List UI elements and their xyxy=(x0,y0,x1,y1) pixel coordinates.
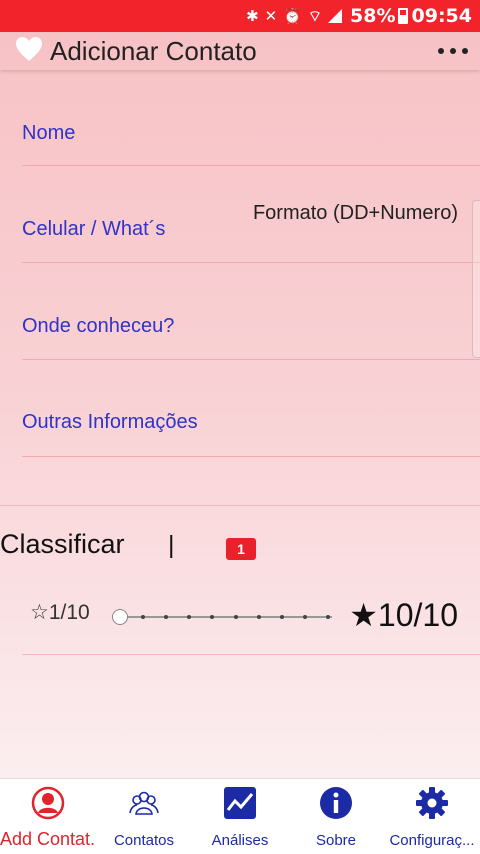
mute-icon: ✕ xyxy=(264,7,278,25)
bluetooth-icon: ✱ xyxy=(246,7,259,25)
heart-icon xyxy=(16,37,42,61)
status-bar: ✱ ✕ ⏰ ⌔ 58% 09:54 xyxy=(0,0,480,32)
nav-analytics-label: Análises xyxy=(211,832,269,849)
nav-contacts[interactable]: Contatos xyxy=(96,779,192,854)
alarm-icon: ⏰ xyxy=(283,7,302,25)
rating-max-label: ★10/10 xyxy=(349,597,458,633)
name-field[interactable]: Nome xyxy=(22,69,480,166)
where-met-field-label: Onde conheceu? xyxy=(22,315,175,337)
slider-tick xyxy=(164,615,169,619)
slider-tick xyxy=(233,615,238,619)
scroll-indicator xyxy=(472,200,480,358)
where-met-field[interactable]: Onde conheceu? xyxy=(22,263,480,360)
other-info-field[interactable]: Outras Informações xyxy=(22,360,480,457)
other-info-field-label: Outras Informações xyxy=(22,411,198,433)
rating-slider[interactable] xyxy=(112,608,334,626)
nav-settings-label: Configuraç... xyxy=(389,832,475,849)
slider-tick xyxy=(326,615,330,619)
slider-tick xyxy=(256,615,261,619)
more-options-icon[interactable] xyxy=(436,42,470,60)
page: Adicionar Contato Nome Celular / What´s … xyxy=(0,32,480,778)
nav-contacts-label: Contatos xyxy=(113,832,175,849)
app-bar: Adicionar Contato xyxy=(0,32,480,70)
battery-percent: 58% xyxy=(350,5,396,27)
status-icons: ✱ ✕ ⏰ ⌔ xyxy=(246,6,343,26)
rating-value-badge: 1 xyxy=(226,538,256,560)
classify-separator: | xyxy=(168,531,175,559)
bottom-nav: Add Contat.. Contatos Análises Sobre Con… xyxy=(0,778,480,854)
nav-analytics[interactable]: Análises xyxy=(192,779,288,854)
page-title: Adicionar Contato xyxy=(50,36,257,66)
rating-min-label: ☆1/10 xyxy=(30,601,90,624)
nav-add-contact[interactable]: Add Contat.. xyxy=(0,779,96,854)
slider-tick xyxy=(302,615,307,619)
wifi-icon: ⌔ xyxy=(307,6,323,25)
slider-tick xyxy=(210,615,215,619)
slider-tick xyxy=(141,615,146,619)
contacts-group-icon xyxy=(129,791,159,815)
chart-icon xyxy=(224,787,256,819)
slider-thumb[interactable] xyxy=(112,609,128,625)
phone-format-hint: Formato (DD+Numero) xyxy=(252,202,458,224)
nav-about-label: Sobre xyxy=(315,832,357,849)
info-icon xyxy=(320,787,352,819)
slider-track xyxy=(118,616,332,618)
slider-tick xyxy=(279,615,284,619)
section-divider xyxy=(0,505,480,506)
gear-icon xyxy=(416,787,448,819)
clock: 09:54 xyxy=(411,5,472,27)
slider-tick xyxy=(187,615,192,619)
classify-title: Classificar xyxy=(0,529,125,559)
rating-divider xyxy=(22,654,480,655)
phone-field-label: Celular / What´s xyxy=(22,218,166,240)
nav-add-contact-label: Add Contat.. xyxy=(0,829,96,849)
nav-about[interactable]: Sobre xyxy=(288,779,384,854)
person-add-icon xyxy=(31,786,65,820)
nav-settings[interactable]: Configuraç... xyxy=(384,779,480,854)
signal-icon xyxy=(328,9,343,23)
name-field-label: Nome xyxy=(22,122,76,144)
battery-icon xyxy=(397,8,408,24)
